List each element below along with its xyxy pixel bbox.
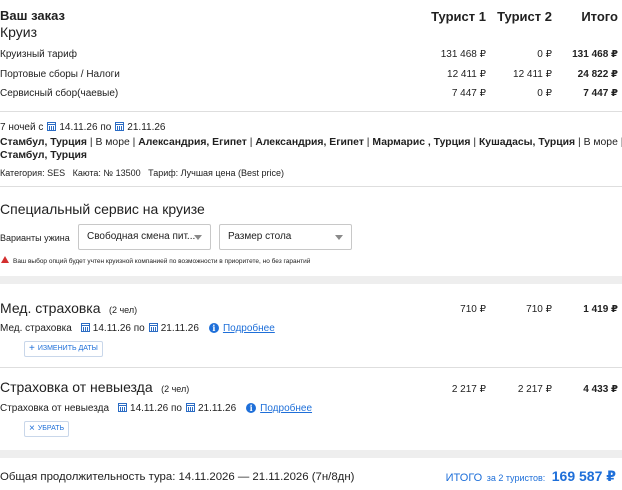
medical-heading: Мед. страховка (2 чел) — [0, 300, 137, 318]
cruise-dates: 7 ночей с 14.11.26 по 21.11.26 — [0, 122, 165, 133]
cancel-more-link[interactable]: Подробнее — [260, 403, 312, 414]
plus-icon: + — [29, 343, 35, 354]
total-for: за 2 туристов: — [486, 473, 546, 483]
tour-duration: Общая продолжительность тура: 14.11.2026… — [0, 471, 355, 483]
order-title: Ваш заказ — [0, 8, 65, 23]
dinner-label: Варианты ужина — [0, 233, 70, 243]
change-dates-button[interactable]: + ИЗМЕНИТЬ ДАТЫ — [24, 341, 103, 357]
cancel-persons: (2 чел) — [161, 384, 190, 394]
medical-more-link[interactable]: Подробнее — [223, 323, 275, 334]
section-gap — [0, 276, 622, 284]
total-value: 169 587 ₽ — [551, 468, 616, 484]
date-from: 14.11.26 — [130, 403, 169, 414]
row-total: 24 822 ₽ — [577, 69, 618, 80]
col-tourist-2: Турист 2 — [497, 9, 552, 24]
service-warning: Ваш выбор опций будет учтен круизной ком… — [1, 256, 310, 265]
calendar-icon — [115, 122, 125, 131]
route-port: Мармарис , Турция — [372, 137, 471, 148]
route-sep: | — [470, 137, 479, 148]
calendar-icon — [118, 403, 128, 412]
calendar-icon — [47, 122, 57, 131]
calendar-icon — [148, 323, 158, 332]
remove-label: УБРАТЬ — [37, 425, 65, 432]
medical-line-label: Мед. страховка — [0, 323, 72, 334]
remove-button[interactable]: × УБРАТЬ — [24, 421, 70, 437]
section-gap — [0, 450, 622, 458]
row-label: Сервисный сбор(чаевые) — [0, 88, 119, 99]
cancel-t2: 2 217 ₽ — [517, 384, 552, 395]
row-t1: 131 468 ₽ — [440, 49, 486, 60]
cancel-line-label: Страховка от невыезда — [0, 403, 110, 414]
cancel-total: 4 433 ₽ — [583, 384, 618, 395]
date-from: 14.11.26 — [92, 323, 131, 334]
route-sep: | В море | — [87, 137, 139, 148]
col-total: Итого — [581, 9, 618, 24]
medical-total: 1 419 ₽ — [583, 304, 618, 315]
medical-persons: (2 чел) — [108, 305, 138, 315]
date-to: 21.11.26 — [197, 403, 237, 414]
change-dates-label: ИЗМЕНИТЬ ДАТЫ — [37, 345, 98, 352]
info-icon: i — [246, 403, 257, 413]
date-from: 14.11.26 — [59, 122, 98, 133]
route-sep: | В море | — [575, 137, 622, 148]
nights-prefix: 7 ночей с — [0, 122, 44, 133]
medical-title: Мед. страховка — [0, 300, 101, 316]
divider — [0, 111, 622, 112]
row-total: 131 468 ₽ — [572, 49, 618, 60]
table-size-select[interactable]: Размер стола — [219, 224, 352, 250]
date-to: 21.11.26 — [160, 323, 199, 334]
route-port: Кушадасы, Турция — [478, 137, 576, 148]
route-line-2: Стамбул, Турция — [0, 150, 87, 161]
route-line-1: Стамбул, Турция | В море | Александрия, … — [0, 137, 622, 148]
divider — [0, 186, 622, 187]
cancel-line: Страховка от невыезда 14.11.26 по 21.11.26… — [0, 403, 312, 414]
info-icon: i — [208, 323, 219, 333]
row-total: 7 447 ₽ — [583, 88, 618, 99]
row-label: Портовые сборы / Налоги — [0, 69, 120, 80]
row-t2: 0 ₽ — [537, 88, 552, 99]
route-port: Стамбул, Турция — [0, 137, 87, 148]
row-t2: 12 411 ₽ — [513, 69, 552, 80]
warning-icon — [1, 256, 9, 263]
dinner-select[interactable]: Свободная смена пит... — [78, 224, 211, 250]
date-by: по — [170, 403, 182, 414]
medical-t2: 710 ₽ — [526, 304, 552, 315]
calendar-icon — [80, 323, 90, 332]
date-to: 21.11.26 — [127, 122, 166, 133]
chevron-down-icon — [194, 235, 202, 240]
cancel-t1: 2 217 ₽ — [451, 384, 486, 395]
row-t2: 0 ₽ — [537, 49, 552, 60]
cancel-heading: Страховка от невыезда (2 чел) — [0, 379, 189, 397]
warning-text: Ваш выбор опций будет учтен круизной ком… — [13, 258, 311, 265]
cancel-title: Страховка от невыезда — [0, 379, 153, 395]
close-icon: × — [29, 423, 35, 434]
calendar-icon — [185, 403, 195, 412]
chevron-down-icon — [335, 235, 343, 240]
row-label: Круизный тариф — [0, 49, 77, 60]
medical-line: Мед. страховка 14.11.26 по 21.11.26 i Подроб… — [0, 323, 275, 334]
route-port: Александрия, Египет — [255, 137, 364, 148]
grand-total: ИТОГО за 2 туристов: 169 587 ₽ — [446, 468, 616, 486]
row-t1: 12 411 ₽ — [447, 69, 486, 80]
col-tourist-1: Турист 1 — [431, 9, 486, 24]
table-size-select-value: Размер стола — [228, 231, 292, 242]
dinner-select-value: Свободная смена пит... — [87, 231, 196, 242]
date-by: по — [133, 323, 145, 334]
medical-t1: 710 ₽ — [460, 304, 486, 315]
divider — [0, 367, 622, 368]
row-t1: 7 447 ₽ — [451, 88, 486, 99]
order-subtitle: Круиз — [0, 24, 38, 40]
route-port: Александрия, Египет — [138, 137, 247, 148]
service-title: Специальный сервис на круизе — [0, 201, 205, 217]
date-by: по — [100, 122, 112, 133]
total-label: ИТОГО — [445, 472, 483, 484]
cruise-details: Категория: SES Каюта: № 13500 Тариф: Луч… — [0, 168, 284, 178]
